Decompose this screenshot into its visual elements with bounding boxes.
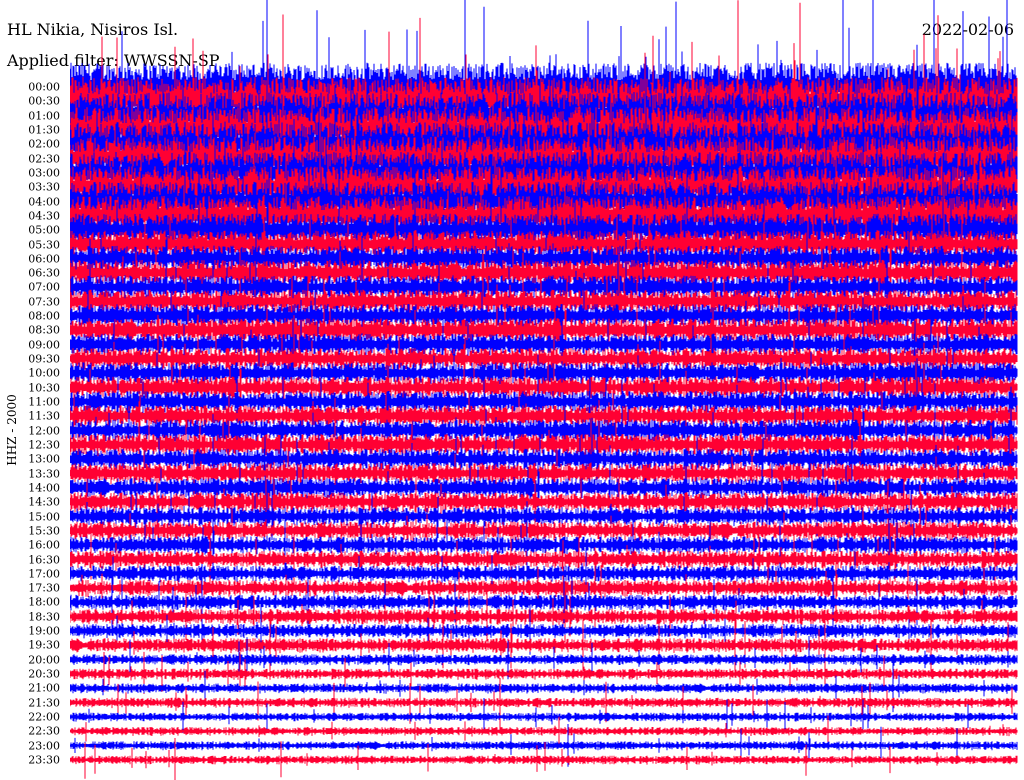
row-label: 21:30 [28,696,60,710]
row-label: 05:30 [28,238,60,251]
row-label: 06:30 [28,266,60,280]
row-label: 08:30 [28,323,60,337]
row-label: 14:00 [28,481,60,495]
row-label: 19:00 [28,624,60,638]
row-label: 18:00 [28,595,60,609]
row-label: 07:00 [28,280,60,294]
row-label: 09:30 [28,352,60,366]
row-label: 20:00 [28,653,60,667]
row-label: 20:30 [28,667,60,681]
row-label: 18:30 [28,610,60,624]
row-label: 16:00 [28,538,60,552]
row-label: 15:00 [28,510,60,524]
row-label: 23:00 [28,739,60,753]
row-label: 03:00 [28,166,60,180]
row-label: 22:30 [28,724,60,738]
row-label: 02:30 [28,152,60,166]
row-label: 07:30 [28,295,60,309]
row-label: 21:00 [28,681,60,695]
row-label: 11:00 [28,395,60,409]
row-label: 16:30 [28,553,60,567]
row-label: 01:30 [28,123,60,137]
row-label: 08:00 [28,309,60,323]
row-labels: 00:00 00:30 01:00 01:30 02:00 02:30 03:00 03:30… [0,0,68,780]
row-label: 10:30 [28,381,60,395]
row-label: 23:30 [28,753,60,767]
row-label: 13:30 [28,467,60,481]
row-label: 12:30 [28,438,60,452]
row-label: 17:30 [28,581,60,595]
row-label: 00:30 [28,94,60,108]
row-label: 03:30 [28,180,60,194]
row-label: 14:30 [28,495,60,509]
row-label: 13:00 [28,452,60,466]
row-label: 15:30 [28,524,60,538]
row-label: 22:00 [28,710,60,724]
row-label: 04:30 [28,209,60,223]
row-label: 10:00 [28,366,60,380]
row-label: 05:00 [28,223,60,237]
row-label: 19:30 [28,638,60,652]
row-label: 04:00 [28,195,60,209]
row-label: 01:00 [28,109,60,123]
row-label: 00:00 [28,80,60,94]
row-label: 12:00 [28,424,60,438]
row-label: 17:00 [28,567,60,581]
row-label: 11:30 [28,409,60,423]
row-label: 06:00 [28,252,60,266]
helicorder-plot [70,0,1018,780]
row-label: 02:00 [28,137,60,151]
row-label: 09:00 [28,338,60,352]
